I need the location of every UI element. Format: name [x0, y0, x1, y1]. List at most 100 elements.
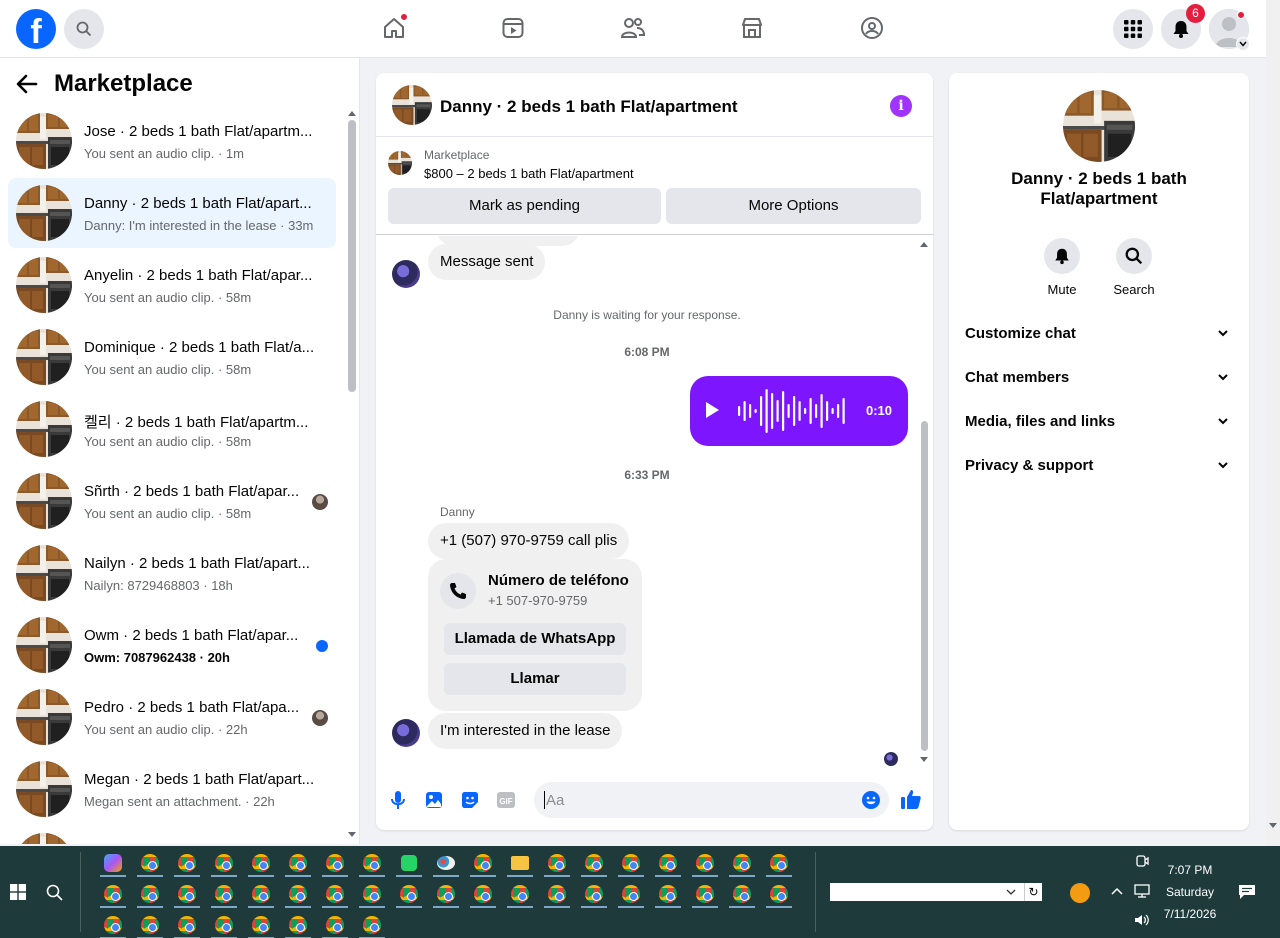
chrome-icon[interactable]: [363, 916, 381, 934]
chat-listing-thumbnail[interactable]: [392, 85, 432, 125]
meet-now-icon[interactable]: [1135, 854, 1149, 868]
nav-marketplace[interactable]: [738, 14, 766, 42]
chrome-icon[interactable]: [215, 916, 233, 934]
chrome-icon[interactable]: [585, 885, 603, 903]
mute-button[interactable]: Mute: [1032, 238, 1092, 297]
search-icon-circle[interactable]: [1116, 238, 1152, 274]
message-input[interactable]: Aa: [534, 782, 889, 818]
voice-clip-button[interactable]: [387, 789, 409, 811]
refresh-icon[interactable]: ↻: [1024, 883, 1042, 901]
sticker-button[interactable]: [459, 789, 481, 811]
action-center-icon[interactable]: [1238, 884, 1256, 900]
tray-expand-icon[interactable]: [1111, 887, 1123, 895]
like-button[interactable]: [899, 787, 923, 811]
search-conversation-button[interactable]: Search: [1104, 238, 1164, 297]
windows-start-icon[interactable]: [10, 884, 26, 900]
chrome-icon[interactable]: [511, 885, 529, 903]
whatsapp-call-button[interactable]: Llamada de WhatsApp: [444, 623, 626, 655]
conversation-item[interactable]: Jose · 2 beds 1 bath Flat/apartm... You s…: [8, 106, 336, 176]
conversation-item[interactable]: Anyelin · 2 beds 1 bath Flat/apar... You …: [8, 250, 336, 320]
chat-scroll-down-icon[interactable]: [919, 756, 929, 764]
chrome-icon[interactable]: [141, 885, 159, 903]
chrome-icon[interactable]: [622, 854, 640, 872]
facebook-logo[interactable]: f: [16, 9, 56, 49]
search-button[interactable]: [64, 9, 104, 49]
emoji-icon[interactable]: [861, 790, 881, 810]
privacy-support-row[interactable]: Privacy & support: [965, 457, 1233, 481]
file-explorer-icon[interactable]: [511, 856, 529, 870]
chrome-icon[interactable]: [474, 885, 492, 903]
play-icon[interactable]: [706, 402, 719, 418]
sidebar-scrollbar[interactable]: [348, 120, 356, 392]
chrome-icon[interactable]: [178, 854, 196, 872]
window-scrollbar[interactable]: [1266, 0, 1280, 846]
chrome-icon[interactable]: [659, 885, 677, 903]
chrome-icon[interactable]: [585, 854, 603, 872]
chrome-icon[interactable]: [770, 885, 788, 903]
chrome-icon[interactable]: [326, 854, 344, 872]
listing-price-title[interactable]: $800 – 2 beds 1 bath Flat/apartment: [424, 166, 634, 181]
chrome-icon[interactable]: [104, 885, 122, 903]
taskbar-search-icon[interactable]: [46, 884, 63, 901]
nav-home[interactable]: [380, 13, 408, 42]
gif-button[interactable]: GIF: [495, 789, 517, 811]
clock-day[interactable]: Saturday: [1160, 885, 1220, 899]
chrome-icon[interactable]: [104, 916, 122, 934]
paint-icon[interactable]: [437, 856, 455, 870]
chrome-icon[interactable]: [252, 885, 270, 903]
conversation-item[interactable]: Pedro · 2 beds 1 bath Flat/apa... You sen…: [8, 682, 336, 752]
chrome-icon[interactable]: [548, 885, 566, 903]
scroll-down-arrow-icon[interactable]: [347, 831, 357, 839]
chat-scroll-up-icon[interactable]: [919, 240, 929, 248]
chrome-icon[interactable]: [770, 854, 788, 872]
chrome-icon[interactable]: [363, 885, 381, 903]
customize-chat-row[interactable]: Customize chat: [965, 325, 1233, 349]
chrome-icon[interactable]: [141, 916, 159, 934]
chrome-icon[interactable]: [622, 885, 640, 903]
back-arrow-icon[interactable]: [16, 74, 38, 94]
chrome-icon[interactable]: [363, 854, 381, 872]
chrome-icon[interactable]: [548, 854, 566, 872]
more-options-button[interactable]: More Options: [666, 188, 921, 224]
chat-members-row[interactable]: Chat members: [965, 369, 1233, 393]
attach-photo-button[interactable]: [423, 789, 445, 811]
clock-date[interactable]: 7/11/2026: [1160, 907, 1220, 921]
conversation-item[interactable]: Sñrth · 2 beds 1 bath Flat/apar... You se…: [8, 466, 336, 536]
chat-scrollbar[interactable]: [921, 421, 928, 751]
info-icon[interactable]: i: [890, 95, 912, 117]
whatsapp-icon[interactable]: [401, 855, 417, 871]
chrome-icon[interactable]: [400, 885, 418, 903]
media-files-links-row[interactable]: Media, files and links: [965, 413, 1233, 437]
chrome-icon[interactable]: [326, 885, 344, 903]
chrome-icon[interactable]: [326, 916, 344, 934]
listing-thumbnail[interactable]: [388, 151, 412, 175]
chrome-icon[interactable]: [696, 854, 714, 872]
chrome-icon[interactable]: [215, 854, 233, 872]
network-icon[interactable]: [1134, 884, 1150, 898]
nav-friends[interactable]: [619, 14, 647, 42]
taskbar-address-field[interactable]: ↻: [830, 883, 1042, 901]
chrome-icon[interactable]: [696, 885, 714, 903]
menu-button[interactable]: [1113, 9, 1153, 49]
mute-icon-circle[interactable]: [1044, 238, 1080, 274]
clock-time[interactable]: 7:07 PM: [1160, 863, 1220, 877]
scroll-up-arrow-icon[interactable]: [347, 109, 357, 117]
conversation-item[interactable]: 켈리 · 2 beds 1 bath Flat/apartm... You sen…: [8, 394, 336, 464]
chrome-icon[interactable]: [733, 854, 751, 872]
chrome-icon[interactable]: [289, 854, 307, 872]
chrome-icon[interactable]: [659, 854, 677, 872]
danny-avatar[interactable]: [392, 260, 420, 288]
volume-icon[interactable]: [1134, 913, 1150, 927]
copilot-icon[interactable]: [104, 854, 122, 872]
call-button[interactable]: Llamar: [444, 663, 626, 695]
chrome-icon[interactable]: [474, 854, 492, 872]
danny-avatar[interactable]: [392, 719, 420, 747]
conversation-item[interactable]: Megan · 2 beds 1 bath Flat/apart... Megan…: [8, 754, 336, 824]
chrome-icon[interactable]: [215, 885, 233, 903]
nav-groups[interactable]: [858, 14, 886, 42]
mark-as-pending-button[interactable]: Mark as pending: [388, 188, 661, 224]
chrome-icon[interactable]: [252, 916, 270, 934]
chrome-icon[interactable]: [141, 854, 159, 872]
audio-waveform[interactable]: [736, 388, 846, 434]
chrome-icon[interactable]: [437, 885, 455, 903]
